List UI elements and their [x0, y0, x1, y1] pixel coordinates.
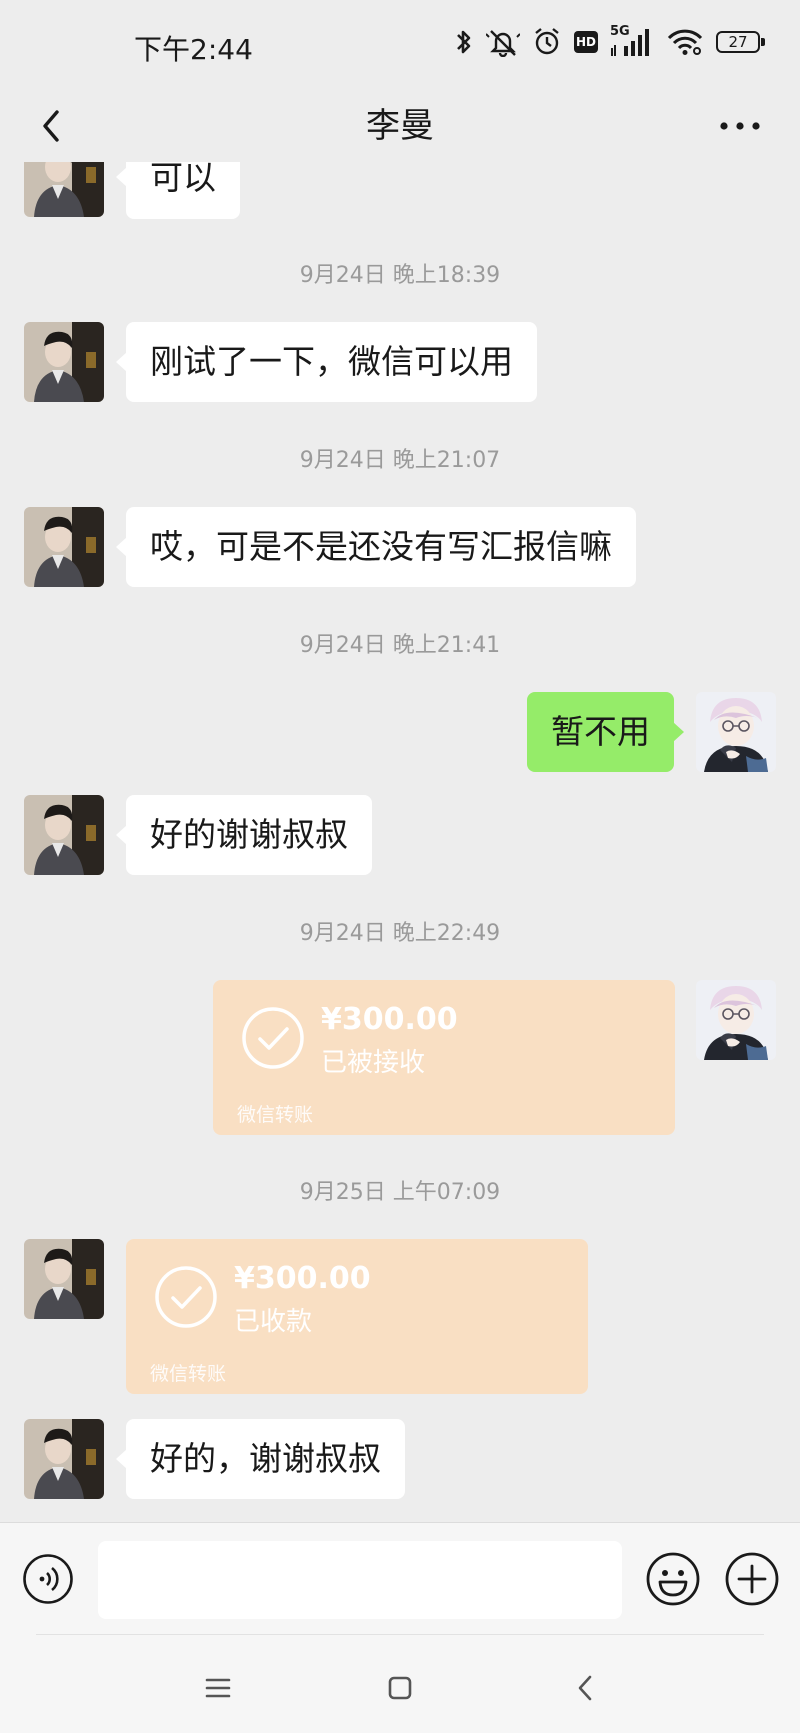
transfer-card-sent[interactable]: ¥300.00 已被接收 微信转账: [213, 980, 675, 1135]
message-timestamp: 9月24日 晚上21:41: [299, 633, 501, 658]
message-bubble-sent[interactable]: 暂不用: [527, 692, 684, 772]
user-avatar[interactable]: [696, 692, 776, 772]
message-bubble[interactable]: 好的，谢谢叔叔: [116, 1419, 405, 1499]
system-back-button[interactable]: [562, 1664, 610, 1712]
transfer-label: 微信转账: [237, 1104, 314, 1126]
message-list[interactable]: 可以 9月24日 晚上18:39 刚试了一下，微信可以用 9月24日 晚上21:…: [0, 162, 800, 1522]
bluetooth-icon: [454, 27, 474, 57]
contact-avatar[interactable]: [24, 322, 104, 402]
transfer-card-received[interactable]: ¥300.00 已收款 微信转账: [126, 1239, 588, 1394]
user-avatar[interactable]: [696, 980, 776, 1060]
recent-apps-button[interactable]: [194, 1664, 242, 1712]
signal-icon: 5G: [610, 24, 654, 58]
more-functions-button[interactable]: [724, 1551, 780, 1607]
back-icon: [578, 1675, 592, 1701]
status-time: 下午2:44: [134, 33, 253, 66]
chat-header: 李曼: [0, 90, 800, 162]
transfer-status: 已被接收: [321, 1048, 426, 1078]
transfer-label: 微信转账: [150, 1363, 227, 1385]
voice-icon: [23, 1554, 73, 1604]
hd-icon: HD: [574, 31, 598, 53]
message-bubble[interactable]: 哎，可是不是还没有写汇报信嘛: [116, 507, 636, 587]
transfer-amount: ¥300.00: [234, 1261, 371, 1296]
message-timestamp: 9月25日 上午07:09: [299, 1180, 501, 1205]
contact-avatar[interactable]: [24, 162, 104, 217]
plus-icon: [725, 1552, 779, 1606]
check-circle-icon: [155, 1266, 217, 1328]
message-bubble[interactable]: 可以: [116, 162, 240, 219]
transfer-status: 已收款: [234, 1307, 313, 1337]
message-timestamp: 9月24日 晚上22:49: [299, 921, 501, 946]
message-timestamp: 9月24日 晚上21:07: [299, 448, 501, 473]
emoji-icon: [646, 1552, 700, 1606]
voice-button[interactable]: [22, 1553, 74, 1605]
contact-avatar[interactable]: [24, 507, 104, 587]
contact-avatar[interactable]: [24, 1239, 104, 1319]
chat-title: 李曼: [366, 106, 434, 146]
more-dots-icon: [720, 122, 760, 130]
menu-icon: [205, 1678, 231, 1698]
status-bar: 下午2:44 HD 5G 27: [0, 0, 800, 90]
divider: [36, 1634, 764, 1635]
more-button[interactable]: [710, 104, 770, 148]
system-navigation-bar: [0, 1634, 800, 1733]
status-icons: HD 5G 27: [454, 24, 765, 58]
message-bubble[interactable]: 刚试了一下，微信可以用: [116, 322, 537, 402]
emoji-button[interactable]: [645, 1551, 701, 1607]
alarm-icon: [532, 27, 562, 57]
home-button[interactable]: [376, 1664, 424, 1712]
battery-icon: 27: [716, 31, 765, 53]
message-input[interactable]: [98, 1541, 622, 1619]
check-circle-icon: [242, 1007, 304, 1069]
input-bar: [0, 1522, 800, 1635]
transfer-amount: ¥300.00: [321, 1002, 458, 1037]
mute-icon: [486, 27, 520, 57]
contact-avatar[interactable]: [24, 795, 104, 875]
home-icon: [388, 1676, 412, 1700]
message-bubble[interactable]: 好的谢谢叔叔: [116, 795, 372, 875]
wifi-icon: [666, 27, 704, 57]
message-timestamp: 9月24日 晚上18:39: [299, 263, 501, 288]
contact-avatar[interactable]: [24, 1419, 104, 1499]
